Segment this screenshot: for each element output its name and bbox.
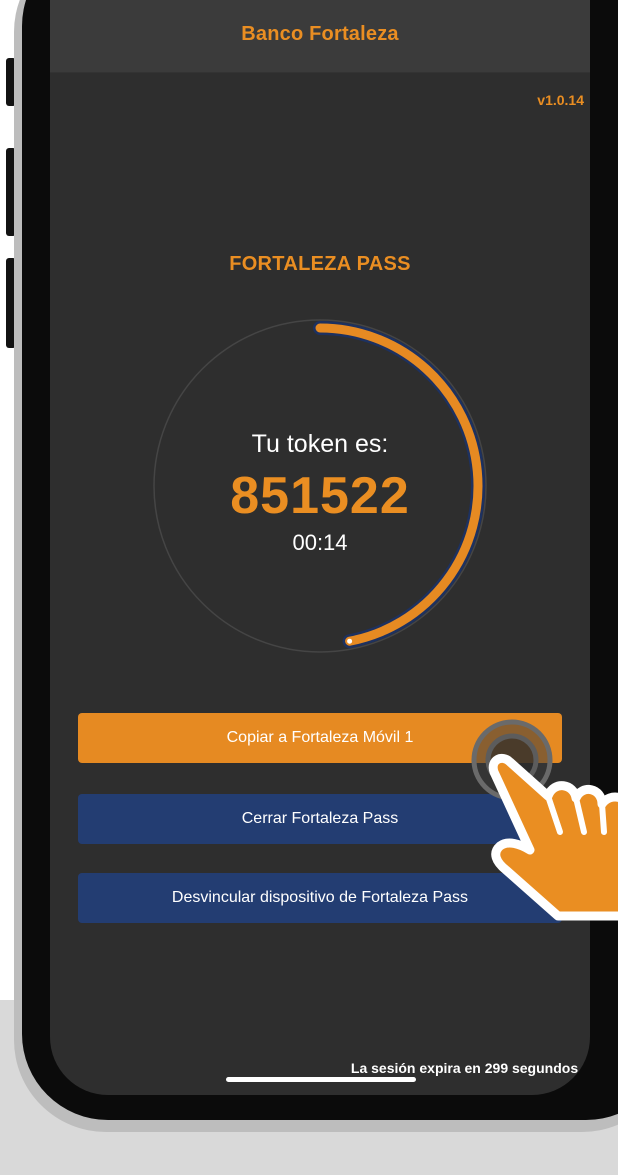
pointing-hand-icon (488, 753, 618, 921)
promo-stage: Banco Fortaleza v1.0.14 FORTALEZA PASS T… (0, 0, 618, 1175)
token-value: 851522 (230, 467, 410, 525)
version-label: v1.0.14 (537, 92, 584, 108)
app-header: Banco Fortaleza (50, 0, 590, 73)
close-button-label: Cerrar Fortaleza Pass (241, 810, 399, 827)
phone-screen: Banco Fortaleza v1.0.14 FORTALEZA PASS T… (50, 0, 590, 1095)
session-expiry-text: La sesión expira en 299 segundos. (350, 1060, 582, 1076)
ring-progress-end-dot (347, 638, 353, 644)
pass-title: FORTALEZA PASS (229, 253, 411, 275)
token-label: Tu token es: (251, 430, 389, 458)
home-indicator (226, 1077, 416, 1082)
copy-button-label: Copiar a Fortaleza Móvil 1 (226, 729, 414, 746)
unlink-button-label: Desvincular dispositivo de Fortaleza Pas… (171, 889, 469, 906)
app-title: Banco Fortaleza (241, 22, 399, 45)
token-timer: 00:14 (292, 530, 348, 555)
